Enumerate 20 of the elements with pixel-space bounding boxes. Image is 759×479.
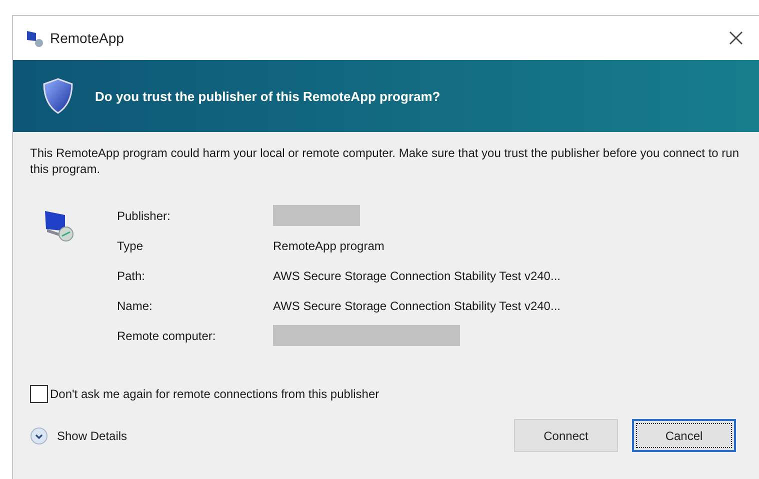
- field-label: Name:: [117, 298, 154, 315]
- connect-button[interactable]: Connect: [514, 419, 618, 452]
- shield-icon: [43, 78, 73, 114]
- window-title: RemoteApp: [50, 30, 124, 46]
- field-label: Publisher:: [117, 208, 172, 225]
- field-value: RemoteApp program: [273, 238, 384, 255]
- banner-title: Do you trust the publisher of this RemoteApp program?: [95, 88, 440, 104]
- field-value: AWS Secure Storage Connection Stability Test v240...: [273, 268, 560, 285]
- close-icon[interactable]: [729, 31, 743, 45]
- show-details-toggle[interactable]: Show Details: [30, 426, 128, 444]
- field-label: Remote computer:: [117, 328, 217, 345]
- field-label: Path:: [117, 268, 146, 285]
- field-label: Type: [117, 238, 144, 255]
- checkbox-label[interactable]: Don't ask me again for remote connections from this publisher: [50, 387, 380, 401]
- warning-message: This RemoteApp program could harm your local or remote computer. Make sure that you trust the publisher before you connect to run this program.: [30, 145, 740, 177]
- field-value: AWS Secure Storage Connection Stability Test v240...: [273, 298, 560, 315]
- checkbox[interactable]: [30, 385, 48, 403]
- chevron-icon: [30, 426, 48, 444]
- computer-icon: [26, 29, 44, 47]
- cancel-button[interactable]: Cancel: [632, 419, 736, 452]
